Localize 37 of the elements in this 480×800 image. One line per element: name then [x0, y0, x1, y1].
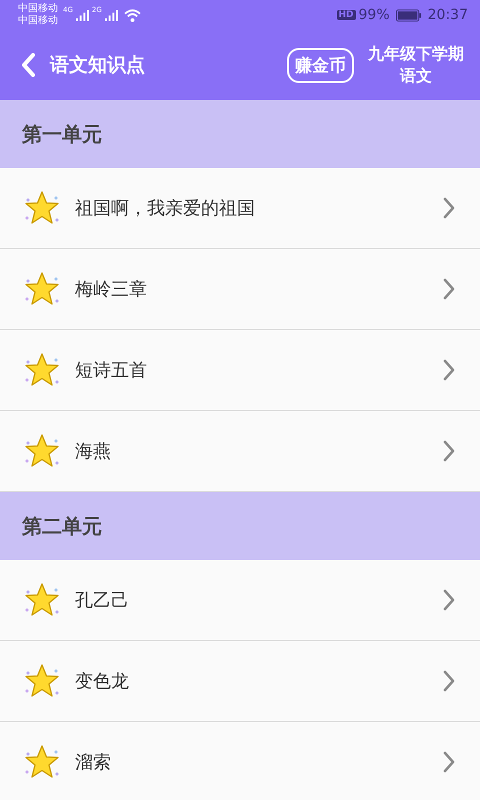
signal-icon — [76, 10, 89, 20]
grade-selector[interactable]: 九年级下学期 语文 — [368, 43, 464, 87]
signal-icon — [104, 10, 118, 20]
page-title: 语文知识点 — [50, 53, 145, 78]
lesson-row[interactable]: 短诗五首 — [0, 330, 480, 411]
earn-coins-button[interactable]: 赚金币 — [287, 48, 354, 82]
lesson-title: 溜索 — [75, 751, 112, 774]
wifi-icon — [124, 8, 141, 22]
chevron-right-icon — [442, 669, 456, 693]
chevron-right-icon — [442, 358, 456, 382]
clock: 20:37 — [428, 7, 468, 23]
battery-icon — [396, 8, 422, 22]
unit-header: 第一单元 — [0, 100, 480, 168]
lesson-title: 变色龙 — [75, 670, 130, 693]
chevron-right-icon — [442, 196, 456, 220]
lesson-title: 祖国啊，我亲爱的祖国 — [75, 197, 256, 220]
battery-percent: 99% — [358, 7, 390, 23]
hd-badge: HD — [336, 10, 356, 20]
lesson-row[interactable]: 变色龙 — [0, 641, 480, 722]
lesson-row[interactable]: 梅岭三章 — [0, 249, 480, 330]
lesson-title: 短诗五首 — [75, 359, 148, 382]
subject-label: 语文 — [400, 65, 432, 87]
carrier-name: 中国移动 — [18, 3, 58, 14]
lesson-title: 孔乙己 — [75, 589, 130, 612]
lesson-row[interactable]: 孔乙己 — [0, 560, 480, 641]
chevron-right-icon — [442, 277, 456, 301]
lesson-row[interactable]: 溜索 — [0, 722, 480, 800]
chevron-right-icon — [442, 588, 456, 612]
unit-header: 第二单元 — [0, 492, 480, 560]
chevron-right-icon — [442, 750, 456, 774]
lesson-title: 梅岭三章 — [75, 278, 148, 301]
carrier-name: 中国移动 — [18, 15, 58, 27]
chevron-right-icon — [442, 439, 456, 463]
grade-label: 九年级下学期 — [368, 43, 464, 65]
lesson-row[interactable]: 祖国啊，我亲爱的祖国 — [0, 168, 480, 249]
back-icon[interactable] — [20, 52, 36, 78]
lesson-title: 海燕 — [75, 440, 112, 463]
